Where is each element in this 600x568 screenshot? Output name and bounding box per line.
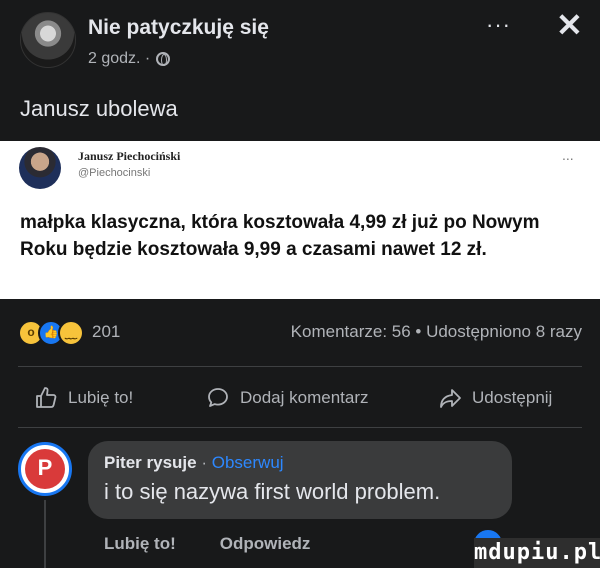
post-actions: Lubię to! Dodaj komentarz Udostępnij: [0, 380, 600, 420]
comment-label: Dodaj komentarz: [240, 388, 369, 407]
comment-button[interactable]: Dodaj komentarz: [206, 386, 369, 410]
thread-line: [44, 500, 46, 568]
globe-icon: [156, 52, 171, 66]
commenter-logo-icon: P: [25, 449, 65, 489]
reaction-count[interactable]: 201: [92, 322, 120, 342]
comment-author[interactable]: Piter rysuje: [104, 453, 197, 472]
comment-like-button[interactable]: Lubię to!: [104, 534, 176, 554]
comment-text: i to się nazywa first world problem.: [104, 479, 441, 504]
divider: [18, 427, 582, 428]
tweet-author-name: Janusz Piechociński: [78, 149, 181, 163]
comment-actions: Lubię to! Odpowiedz: [104, 534, 310, 554]
post-header: Nie patyczkuję się 2 godz. · ··· ✕: [0, 0, 600, 80]
post-time[interactable]: 2 godz. ·: [88, 50, 150, 68]
share-label: Udostępnij: [472, 388, 553, 407]
commenter-avatar[interactable]: P: [18, 442, 72, 496]
like-label: Lubię to!: [68, 388, 134, 407]
follow-button[interactable]: Obserwuj: [212, 453, 284, 472]
comment-header: Piter rysuje · Obserwuj: [104, 453, 284, 473]
like-button[interactable]: Lubię to!: [34, 386, 133, 410]
divider: [18, 366, 582, 367]
close-button[interactable]: ✕: [556, 8, 583, 42]
tweet-text: małpka klasyczna, która kosztowała 4,99 …: [20, 212, 540, 260]
post-stats: o 👍 ﹏ 201 Komentarze: 56 • Udostępniono …: [0, 316, 600, 350]
thumbs-up-icon: [36, 387, 57, 408]
comment-reply-button[interactable]: Odpowiedz: [220, 534, 311, 554]
comment-separator: ·: [201, 453, 208, 472]
page-avatar[interactable]: [20, 12, 76, 68]
share-arrow-icon: [440, 389, 461, 408]
share-button[interactable]: Udostępnij: [438, 386, 552, 410]
tweet-screenshot[interactable]: Janusz Piechociński @Piechocinski ... ma…: [0, 141, 600, 299]
page-name[interactable]: Nie patyczkuję się: [88, 16, 269, 40]
reaction-icons[interactable]: o 👍 ﹏: [18, 320, 84, 346]
comments-shares-summary[interactable]: Komentarze: 56 • Udostępniono 8 razy: [291, 322, 582, 342]
tweet-author-avatar: [19, 147, 61, 189]
more-options-button[interactable]: ···: [486, 14, 511, 36]
speech-bubble-icon: [208, 388, 228, 407]
sad-emoji-icon: ﹏: [58, 320, 84, 346]
post-text: Janusz ubolewa: [20, 96, 178, 121]
comment-bubble: Piter rysuje · Obserwuj i to się nazywa …: [88, 441, 512, 519]
watermark: mdupiu.pl: [474, 538, 600, 568]
post-meta: 2 godz. ·: [88, 50, 171, 68]
tweet-author-handle: @Piechocinski: [78, 167, 151, 179]
tweet-more-icon: ...: [562, 147, 574, 163]
